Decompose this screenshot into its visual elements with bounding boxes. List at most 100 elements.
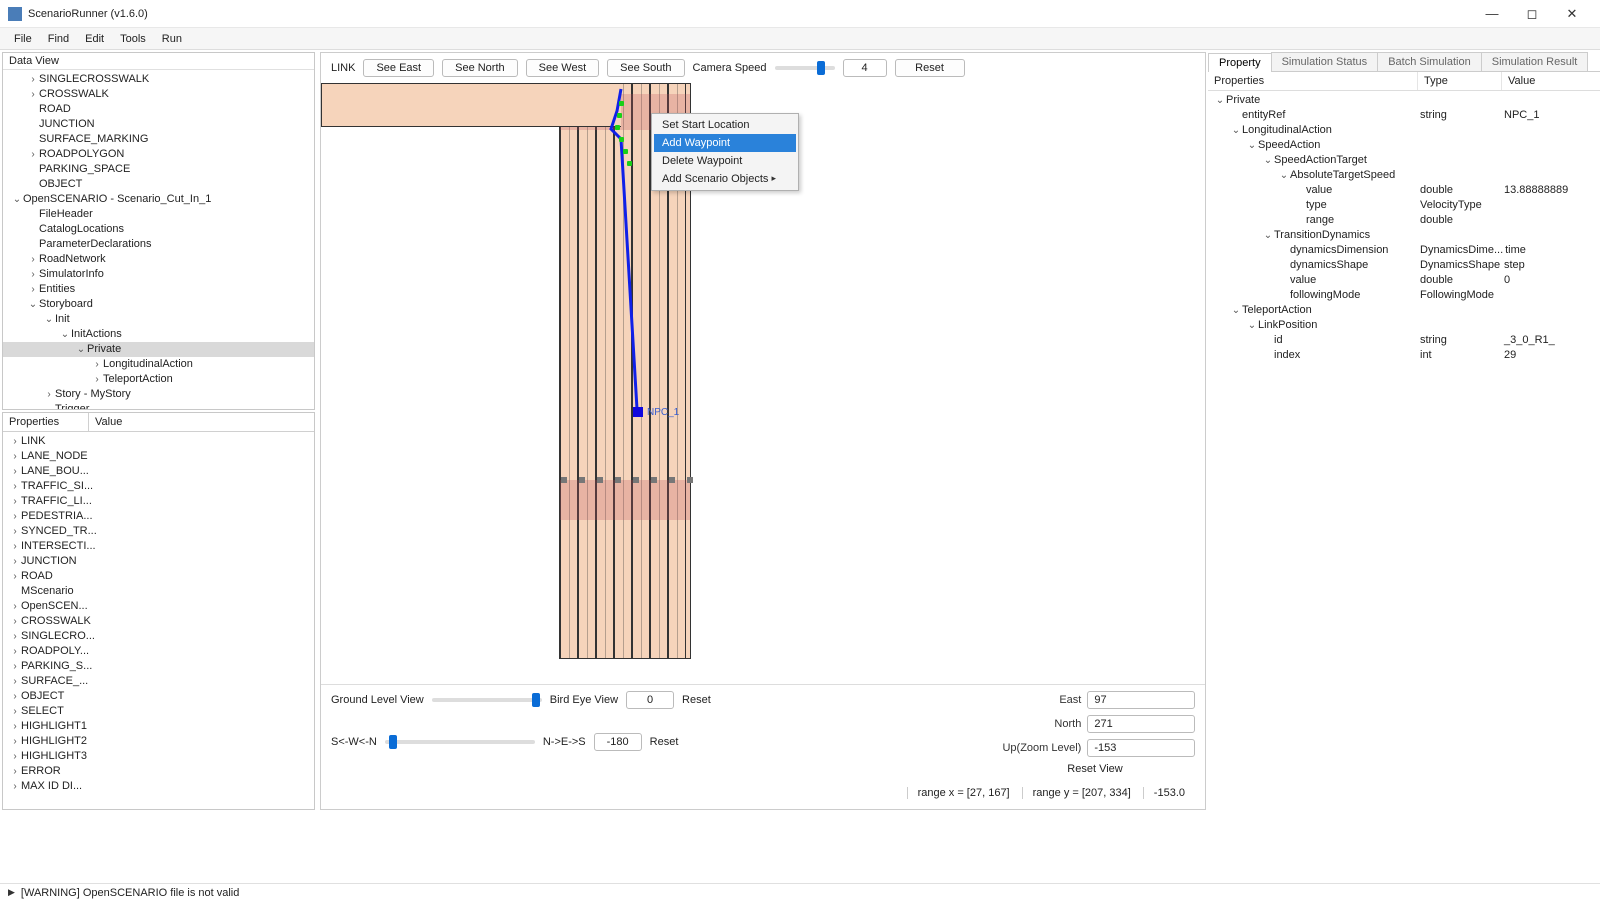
camera-speed-value[interactable]: 4 <box>843 59 887 77</box>
menu-file[interactable]: File <box>6 31 40 47</box>
tree-item[interactable]: ›PARKING_S... <box>3 659 314 674</box>
tree-item[interactable]: ⌄Private <box>3 342 314 357</box>
bird-eye-value[interactable]: 0 <box>626 691 674 709</box>
heading-value[interactable]: -180 <box>594 733 642 751</box>
tree-item[interactable]: ROAD <box>3 102 314 117</box>
twisty-icon[interactable]: ⌄ <box>1278 168 1290 183</box>
ctx-set-start[interactable]: Set Start Location <box>654 116 796 134</box>
twisty-icon[interactable]: ⌄ <box>27 297 39 312</box>
ctx-delete-waypoint[interactable]: Delete Waypoint <box>654 152 796 170</box>
prop-value[interactable]: 13.88888889 <box>1502 183 1600 198</box>
heading-slider[interactable] <box>385 740 535 744</box>
tree-item[interactable]: ›LANE_BOU... <box>3 464 314 479</box>
tree-item[interactable]: ›ROADPOLYGON <box>3 147 314 162</box>
twisty-icon[interactable]: › <box>9 479 21 494</box>
prop-value[interactable]: 29 <box>1502 348 1600 363</box>
property-row[interactable]: ⌄TransitionDynamics <box>1208 228 1600 243</box>
tree-item[interactable]: CatalogLocations <box>3 222 314 237</box>
property-row[interactable]: followingModeFollowingMode <box>1208 288 1600 303</box>
view-reset-1[interactable]: Reset <box>682 694 711 706</box>
twisty-icon[interactable]: › <box>9 749 21 764</box>
tree-item[interactable]: ›LANE_NODE <box>3 449 314 464</box>
twisty-icon[interactable]: › <box>9 659 21 674</box>
tree-item[interactable]: ⌄InitActions <box>3 327 314 342</box>
twisty-icon[interactable]: › <box>27 252 39 267</box>
tree-item[interactable]: ›SINGLECROSSWALK <box>3 72 314 87</box>
prop-value[interactable]: time <box>1503 243 1600 258</box>
menu-tools[interactable]: Tools <box>112 31 154 47</box>
property-row[interactable]: ⌄SpeedAction <box>1208 138 1600 153</box>
twisty-icon[interactable]: › <box>9 779 21 794</box>
menu-edit[interactable]: Edit <box>77 31 112 47</box>
view-mode-slider[interactable] <box>432 698 542 702</box>
tree-item[interactable]: ›HIGHLIGHT3 <box>3 749 314 764</box>
maximize-button[interactable]: ◻ <box>1512 2 1552 26</box>
twisty-icon[interactable]: › <box>27 282 39 297</box>
properties-tree[interactable]: ›LINK›LANE_NODE›LANE_BOU...›TRAFFIC_SI..… <box>3 432 314 809</box>
tree-item[interactable]: ›ROAD <box>3 569 314 584</box>
scene-canvas[interactable]: NPC_1 Set Start Location Add Waypoint De… <box>321 83 1205 684</box>
property-row[interactable]: dynamicsShapeDynamicsShapestep <box>1208 258 1600 273</box>
tree-item[interactable]: SURFACE_MARKING <box>3 132 314 147</box>
tree-item[interactable]: ›HIGHLIGHT2 <box>3 734 314 749</box>
twisty-icon[interactable]: › <box>43 387 55 402</box>
twisty-icon[interactable]: ⌄ <box>75 342 87 357</box>
twisty-icon[interactable]: ⌄ <box>43 312 55 327</box>
twisty-icon[interactable]: › <box>9 569 21 584</box>
tree-item[interactable]: ⌄OpenSCENARIO - Scenario_Cut_In_1 <box>3 192 314 207</box>
tree-item[interactable]: ›SimulatorInfo <box>3 267 314 282</box>
twisty-icon[interactable]: ⌄ <box>59 327 71 342</box>
twisty-icon[interactable]: › <box>9 524 21 539</box>
view-reset-2[interactable]: Reset <box>650 736 679 748</box>
tree-item[interactable]: ›OBJECT <box>3 689 314 704</box>
twisty-icon[interactable]: › <box>9 599 21 614</box>
property-row[interactable]: indexint29 <box>1208 348 1600 363</box>
tree-item[interactable]: ›CROSSWALK <box>3 614 314 629</box>
twisty-icon[interactable]: › <box>9 734 21 749</box>
twisty-icon[interactable]: › <box>27 87 39 102</box>
property-row[interactable]: rangedouble <box>1208 213 1600 228</box>
tree-item[interactable]: ›OpenSCEN... <box>3 599 314 614</box>
twisty-icon[interactable]: ⌄ <box>1214 93 1226 108</box>
npc-marker[interactable] <box>633 407 643 417</box>
tree-item[interactable]: ›INTERSECTI... <box>3 539 314 554</box>
twisty-icon[interactable]: › <box>9 449 21 464</box>
tree-item[interactable]: ›CROSSWALK <box>3 87 314 102</box>
tree-item[interactable]: FileHeader <box>3 207 314 222</box>
ctx-add-waypoint[interactable]: Add Waypoint <box>654 134 796 152</box>
twisty-icon[interactable]: › <box>9 704 21 719</box>
north-input[interactable]: 271 <box>1087 715 1195 733</box>
twisty-icon[interactable]: › <box>9 674 21 689</box>
menu-find[interactable]: Find <box>40 31 77 47</box>
data-view-tree[interactable]: ›SINGLECROSSWALK›CROSSWALKROADJUNCTIONSU… <box>3 70 314 409</box>
see-south-button[interactable]: See South <box>607 59 684 77</box>
twisty-icon[interactable]: › <box>9 689 21 704</box>
camera-reset-button[interactable]: Reset <box>895 59 965 77</box>
tree-item[interactable]: MScenario <box>3 584 314 599</box>
tree-item[interactable]: JUNCTION <box>3 117 314 132</box>
camera-speed-slider[interactable] <box>775 66 835 70</box>
twisty-icon[interactable]: › <box>91 372 103 387</box>
tree-item[interactable]: ›MAX ID DI... <box>3 779 314 794</box>
twisty-icon[interactable]: › <box>9 539 21 554</box>
twisty-icon[interactable]: › <box>9 554 21 569</box>
twisty-icon[interactable]: › <box>27 267 39 282</box>
tree-item[interactable]: ›ERROR <box>3 764 314 779</box>
twisty-icon[interactable]: ⌄ <box>1230 303 1242 318</box>
twisty-icon[interactable]: ⌄ <box>11 192 23 207</box>
property-row[interactable]: idstring_3_0_R1_ <box>1208 333 1600 348</box>
property-row[interactable]: ⌄LongitudinalAction <box>1208 123 1600 138</box>
twisty-icon[interactable]: ⌄ <box>1246 318 1258 333</box>
property-row[interactable]: dynamicsDimensionDynamicsDime...time <box>1208 243 1600 258</box>
twisty-icon[interactable]: › <box>9 719 21 734</box>
close-button[interactable]: ✕ <box>1552 2 1592 26</box>
tab-batch-sim[interactable]: Batch Simulation <box>1377 52 1482 71</box>
tree-item[interactable]: ›Entities <box>3 282 314 297</box>
twisty-icon[interactable]: › <box>9 434 21 449</box>
twisty-icon[interactable]: ⌄ <box>1262 228 1274 243</box>
tree-item[interactable]: ›SYNCED_TR... <box>3 524 314 539</box>
property-row[interactable]: entityRefstringNPC_1 <box>1208 108 1600 123</box>
twisty-icon[interactable]: › <box>9 629 21 644</box>
prop-value[interactable]: NPC_1 <box>1502 108 1600 123</box>
twisty-icon[interactable]: › <box>9 464 21 479</box>
